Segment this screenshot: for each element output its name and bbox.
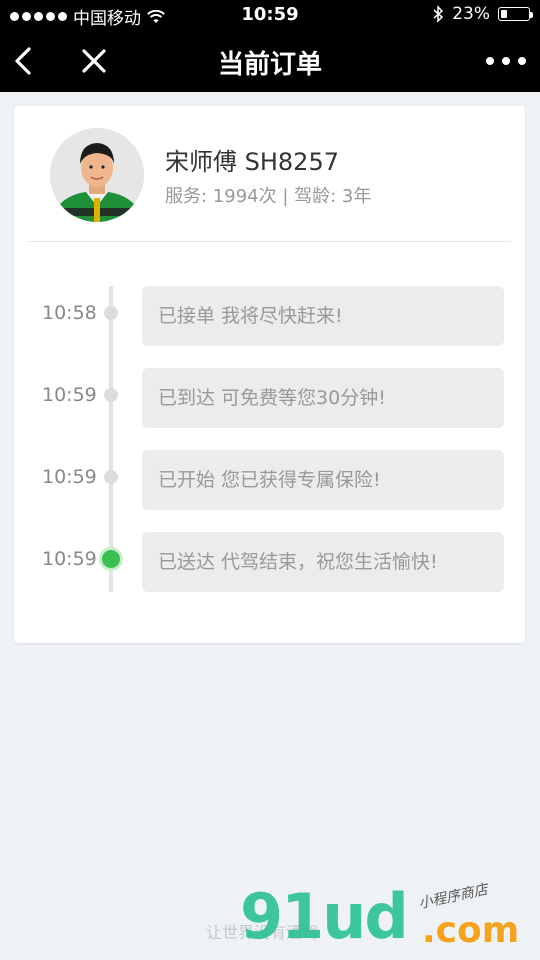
status-right: 23%: [432, 4, 533, 24]
driver-name: 宋师傅 SH8257: [165, 148, 339, 176]
timeline-time: 10:59: [42, 384, 97, 406]
timeline-node-active-icon: [102, 550, 120, 568]
battery-percent: 23%: [452, 4, 490, 24]
more-icon: [486, 57, 494, 65]
watermark-domain: .com: [422, 910, 520, 951]
back-button[interactable]: [10, 44, 38, 78]
watermark-tag: 小程序商店: [417, 881, 490, 913]
battery-icon: [498, 7, 533, 21]
timeline-time: 10:58: [42, 302, 97, 324]
timeline-message: 已送达 代驾结束，祝您生活愉快!: [142, 532, 504, 592]
watermark-logo: 91ud .com 小程序商店: [240, 880, 530, 958]
close-icon: [82, 49, 106, 73]
timeline-message: 已到达 可免费等您30分钟!: [142, 368, 504, 428]
back-arrow-icon: [15, 47, 31, 75]
timeline-node-icon: [104, 306, 118, 320]
nav-bar: 当前订单: [0, 30, 540, 92]
bluetooth-icon: [433, 5, 444, 23]
divider: [28, 241, 511, 242]
close-button[interactable]: [78, 44, 110, 78]
avatar: [50, 128, 144, 222]
status-bar: 中国移动 10:59 23%: [0, 0, 540, 30]
watermark-logo-text: 91ud: [240, 880, 409, 953]
timeline-time: 10:59: [42, 548, 97, 570]
timeline-node-icon: [104, 388, 118, 402]
timeline-message: 已接单 我将尽快赶来!: [142, 286, 504, 346]
battery-level: [501, 10, 507, 18]
timeline-item: 10:58 已接单 我将尽快赶来!: [14, 286, 525, 346]
driver-meta: 服务: 1994次 | 驾龄: 3年: [165, 186, 372, 207]
timeline-node-icon: [104, 470, 118, 484]
timeline-item: 10:59 已开始 您已获得专属保险!: [14, 450, 525, 510]
order-card: 宋师傅 SH8257 服务: 1994次 | 驾龄: 3年 10:58 已接单 …: [14, 106, 525, 643]
driver-photo-icon: [50, 128, 144, 222]
timeline-time: 10:59: [42, 466, 97, 488]
timeline-message: 已开始 您已获得专属保险!: [142, 450, 504, 510]
more-button[interactable]: [486, 50, 526, 72]
timeline-item: 10:59 已到达 可免费等您30分钟!: [14, 368, 525, 428]
timeline-item: 10:59 已送达 代驾结束，祝您生活愉快!: [14, 532, 525, 592]
